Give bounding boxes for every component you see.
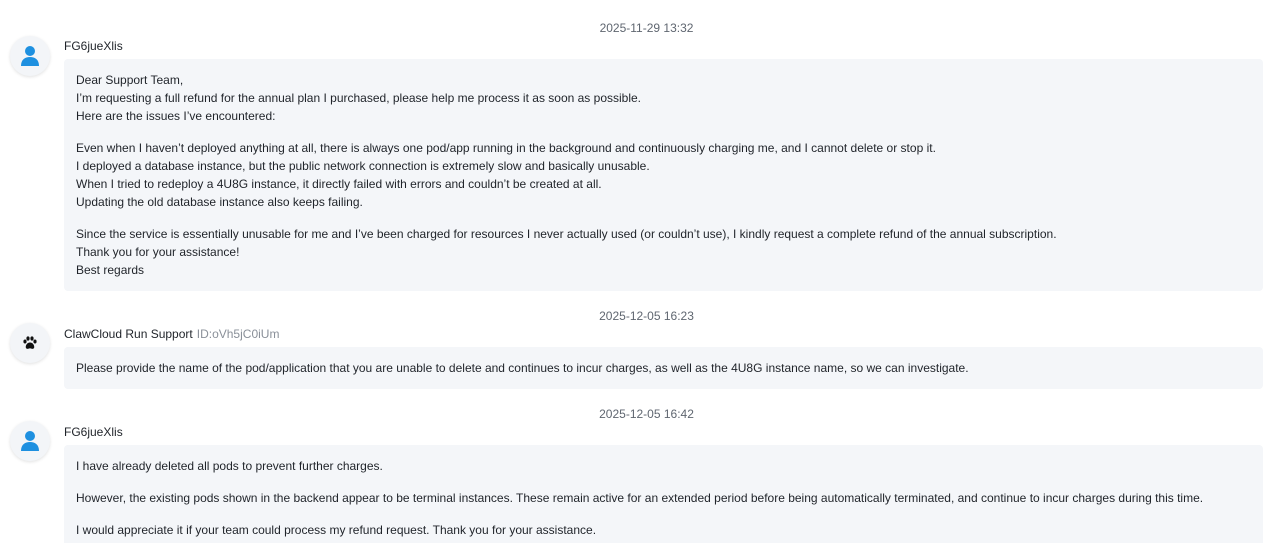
message-line: Since the service is essentially unusabl… [76, 227, 1057, 241]
message-line: When I tried to redeploy a 4U8G instance… [76, 177, 602, 191]
message-line: Best regards [76, 263, 145, 277]
message-paragraph: Since the service is essentially unusabl… [76, 225, 1251, 279]
message-line: I’m requesting a full refund for the ann… [76, 91, 642, 105]
user-icon [21, 46, 39, 66]
message-line: Please provide the name of the pod/appli… [76, 361, 969, 375]
support-avatar[interactable] [10, 323, 50, 363]
sender-name: ClawCloud Run Support ID:oVh5jC0iUm [64, 327, 279, 341]
sender-name-text: ClawCloud Run Support [64, 327, 193, 341]
message-line: Here are the issues I’ve encountered: [76, 109, 276, 123]
sender-name: FG6jueXlis [64, 425, 123, 439]
message-paragraph: I would appreciate it if your team could… [76, 521, 1251, 539]
message-paragraph: Dear Support Team, I’m requesting a full… [76, 71, 1251, 125]
message-timestamp: 2025-11-29 13:32 [599, 21, 694, 35]
message-line: I have already deleted all pods to preve… [76, 459, 383, 473]
sender-name: FG6jueXlis [64, 39, 123, 53]
sender-name-text: FG6jueXlis [64, 425, 123, 439]
paw-icon [23, 336, 37, 349]
message-timestamp: 2025-12-05 16:23 [599, 309, 694, 323]
message-line: Dear Support Team, [76, 73, 184, 87]
message-line: I would appreciate it if your team could… [76, 523, 597, 537]
message-thread: 2025-11-29 13:32 FG6jueXlis Dear Support… [0, 0, 1263, 543]
message-bubble: I have already deleted all pods to preve… [64, 445, 1263, 543]
message-timestamp: 2025-12-05 16:42 [599, 407, 694, 421]
message-line: I deployed a database instance, but the … [76, 159, 650, 173]
message-paragraph: However, the existing pods shown in the … [76, 489, 1251, 507]
message-paragraph: I have already deleted all pods to preve… [76, 457, 1251, 475]
message-bubble: Please provide the name of the pod/appli… [64, 347, 1263, 389]
user-avatar[interactable] [10, 421, 50, 461]
message-line: Even when I haven’t deployed anything at… [76, 141, 936, 155]
message-line: However, the existing pods shown in the … [76, 491, 1204, 505]
message-paragraph: Even when I haven’t deployed anything at… [76, 139, 1251, 211]
message-line: Thank you for your assistance! [76, 245, 240, 259]
sender-id: ID:oVh5jC0iUm [196, 327, 280, 341]
sender-name-text: FG6jueXlis [64, 39, 123, 53]
message-bubble: Dear Support Team, I’m requesting a full… [64, 59, 1263, 291]
user-avatar[interactable] [10, 36, 50, 76]
message-line: Updating the old database instance also … [76, 195, 363, 209]
message-paragraph: Please provide the name of the pod/appli… [76, 359, 1251, 377]
user-icon [21, 431, 39, 451]
